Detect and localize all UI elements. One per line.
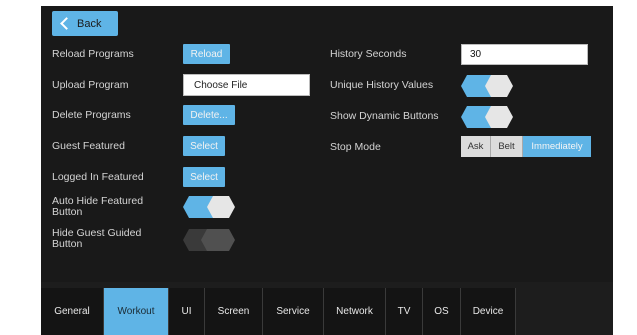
tab-network[interactable]: Network: [324, 288, 386, 335]
stop-mode-selector: Ask Belt Immediately: [461, 136, 591, 157]
history-seconds-input[interactable]: [461, 44, 588, 65]
auto-hide-featured-label: Auto Hide Featured Button: [52, 195, 144, 218]
logged-in-featured-label: Logged In Featured: [52, 171, 144, 183]
tab-general[interactable]: General: [41, 288, 104, 335]
tab-bar: General Workout UI Screen Service Networ…: [41, 288, 516, 335]
stop-mode-ask[interactable]: Ask: [461, 136, 491, 157]
show-dynamic-buttons-toggle[interactable]: [461, 106, 513, 128]
stop-mode-immediately[interactable]: Immediately: [523, 136, 591, 157]
upload-program-label: Upload Program: [52, 79, 129, 91]
auto-hide-featured-toggle[interactable]: [183, 196, 235, 218]
tab-device[interactable]: Device: [461, 288, 516, 335]
guest-featured-label: Guest Featured: [52, 140, 125, 152]
delete-button[interactable]: Delete...: [183, 105, 235, 125]
stop-mode-label: Stop Mode: [330, 141, 381, 153]
reload-button[interactable]: Reload: [183, 44, 230, 64]
unique-history-values-toggle[interactable]: [461, 75, 513, 97]
back-button-label: Back: [77, 17, 102, 30]
tab-service[interactable]: Service: [263, 288, 324, 335]
logged-in-featured-select-button[interactable]: Select: [183, 167, 225, 187]
tab-screen[interactable]: Screen: [205, 288, 263, 335]
tab-ui[interactable]: UI: [169, 288, 205, 335]
chevron-left-icon: [60, 17, 73, 30]
hide-guest-guided-toggle[interactable]: [183, 229, 235, 251]
reload-programs-label: Reload Programs: [52, 48, 134, 60]
tab-os[interactable]: OS: [423, 288, 461, 335]
back-button[interactable]: Back: [52, 11, 118, 36]
guest-featured-select-button[interactable]: Select: [183, 136, 225, 156]
delete-programs-label: Delete Programs: [52, 109, 131, 121]
tab-workout[interactable]: Workout: [104, 288, 169, 335]
stop-mode-belt[interactable]: Belt: [491, 136, 523, 157]
choose-file-button[interactable]: Choose File: [183, 74, 310, 96]
settings-screen: Back Reload Programs Reload Upload Progr…: [0, 0, 637, 335]
history-seconds-label: History Seconds: [330, 48, 407, 60]
unique-history-values-label: Unique History Values: [330, 79, 434, 91]
hide-guest-guided-label: Hide Guest Guided Button: [52, 227, 142, 250]
tab-tv[interactable]: TV: [386, 288, 423, 335]
show-dynamic-buttons-label: Show Dynamic Buttons: [330, 110, 439, 122]
